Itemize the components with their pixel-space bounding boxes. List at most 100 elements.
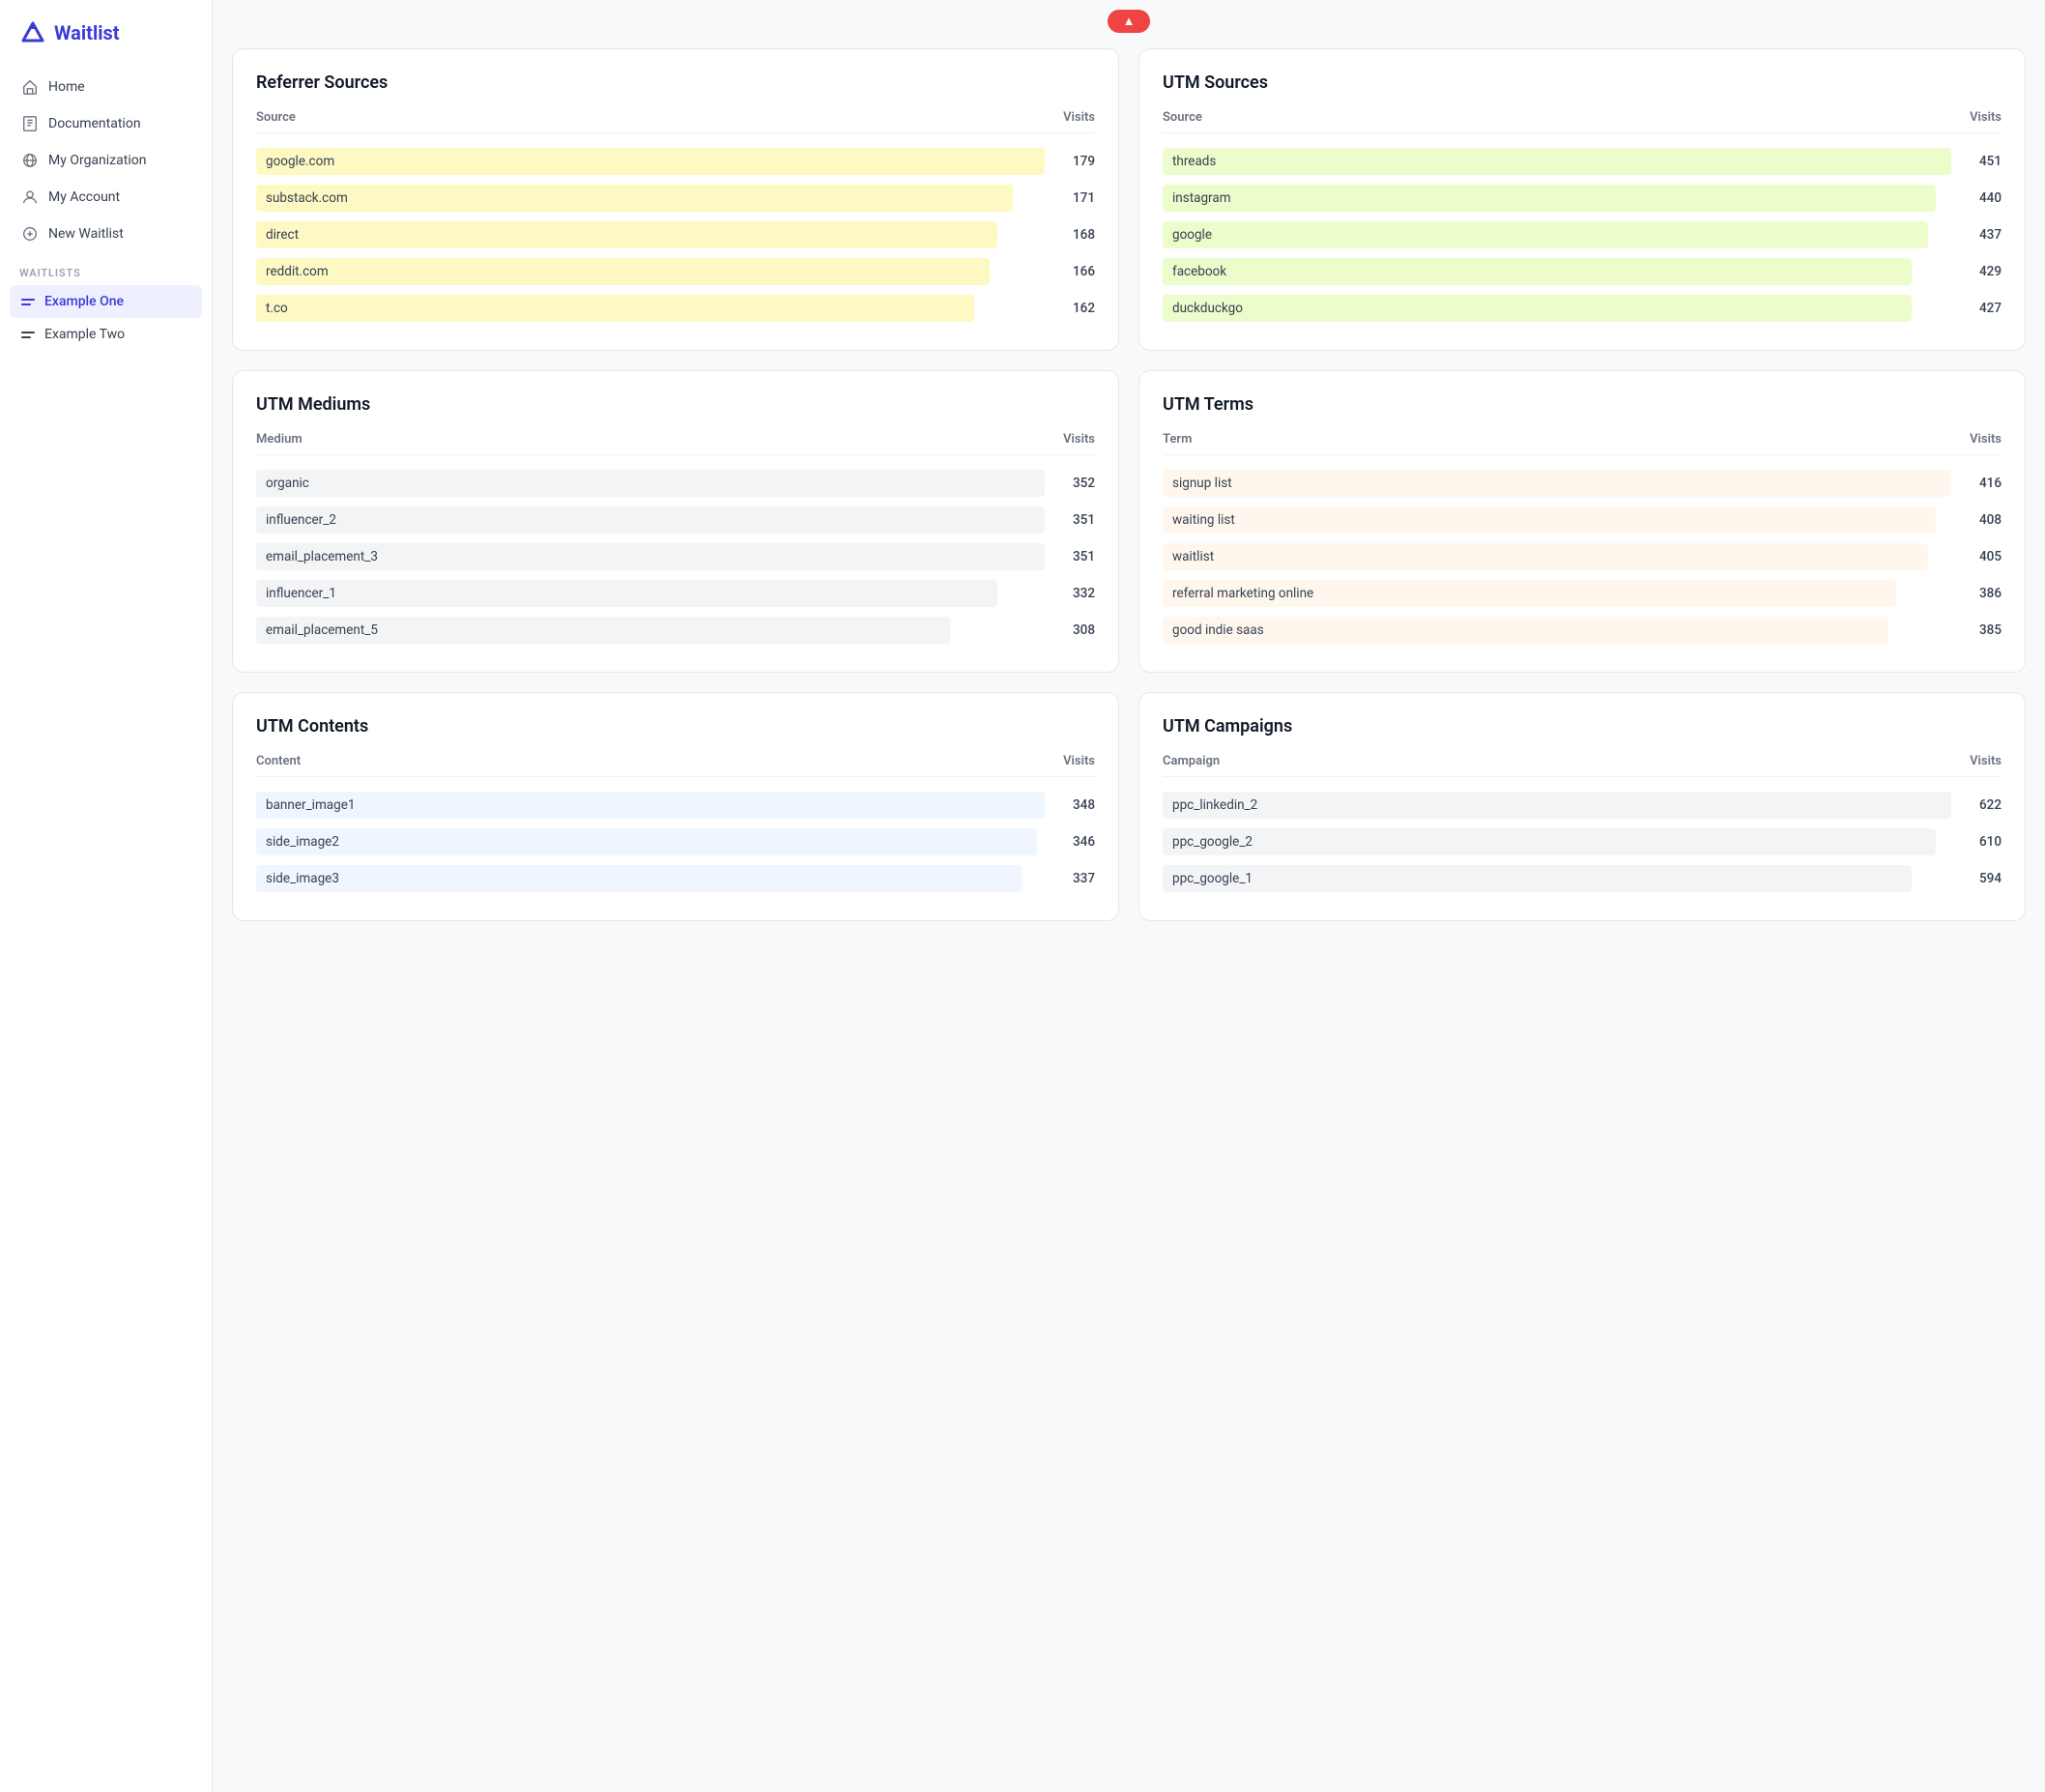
table-row: t.co 162 [256, 290, 1095, 327]
table-row: good indie saas 385 [1163, 612, 2002, 649]
bar: banner_image1 [256, 792, 1045, 819]
utm-medium-visits-col: Visits [1063, 432, 1095, 447]
bar: signup list [1163, 470, 1951, 497]
visits-value: 171 [1060, 190, 1095, 206]
utm-terms-header: Term Visits [1163, 432, 2002, 455]
bar-cell: reddit.com [256, 258, 1045, 285]
bar: t.co [256, 295, 974, 322]
visits-value: 348 [1060, 797, 1095, 813]
globe-icon [21, 152, 39, 169]
bar-cell: google [1163, 221, 1951, 248]
table-row: email_placement_3351 [256, 538, 1095, 575]
visits-value: 332 [1060, 586, 1095, 601]
visits-value: 408 [1967, 512, 2002, 528]
utm-mediums-header: Medium Visits [256, 432, 1095, 455]
utm-medium-col: Medium [256, 432, 302, 447]
visits-value: 427 [1967, 301, 2002, 316]
row-1: Referrer Sources Source Visits google.co… [232, 48, 2026, 351]
utm-terms-title: UTM Terms [1163, 394, 2002, 415]
bar: side_image3 [256, 865, 1022, 892]
nav-documentation[interactable]: Documentation [10, 106, 202, 141]
utm-campaign-col: Campaign [1163, 754, 1220, 768]
utm-terms-card: UTM Terms Term Visits signup list416wait… [1138, 370, 2026, 673]
row-2: UTM Mediums Medium Visits organic352infl… [232, 370, 2026, 673]
bar: instagram [1163, 185, 1936, 212]
bar: influencer_1 [256, 580, 997, 607]
bar-cell: instagram [1163, 185, 1951, 212]
bar: influencer_2 [256, 506, 1045, 534]
bar: google.com [256, 148, 1045, 175]
home-icon [21, 78, 39, 96]
visits-value: 166 [1060, 264, 1095, 279]
bar: facebook [1163, 258, 1912, 285]
bar-cell: threads [1163, 148, 1951, 175]
utm-campaigns-title: UTM Campaigns [1163, 716, 2002, 737]
nav-my-organization[interactable]: My Organization [10, 143, 202, 178]
visits-value: 437 [1967, 227, 2002, 243]
visits-value: 179 [1060, 154, 1095, 169]
nav-my-organization-label: My Organization [48, 153, 146, 168]
utm-source-col: Source [1163, 110, 1202, 125]
waitlist-example-two[interactable]: Example Two [10, 318, 202, 351]
visits-value: 594 [1967, 871, 2002, 886]
table-row: organic352 [256, 465, 1095, 502]
bar: email_placement_3 [256, 543, 1045, 570]
utm-content-rows: banner_image1 348 side_image2 346 side_image… [256, 787, 1095, 897]
bar: direct [256, 221, 997, 248]
bar-cell: side_image2 [256, 828, 1045, 855]
visits-value: 168 [1060, 227, 1095, 243]
bar: email_placement_5 [256, 617, 950, 644]
bar: substack.com [256, 185, 1013, 212]
table-row: google 437 [1163, 217, 2002, 253]
table-row: substack.com 171 [256, 180, 1095, 217]
top-pill: ▲ [1108, 10, 1151, 33]
visits-value: 162 [1060, 301, 1095, 316]
bar-cell: waitlist [1163, 543, 1951, 570]
waitlist-example-one-label: Example One [44, 294, 124, 309]
table-row: direct 168 [256, 217, 1095, 253]
visits-value: 429 [1967, 264, 2002, 279]
nav-my-account[interactable]: My Account [10, 180, 202, 215]
user-icon [21, 188, 39, 206]
bar-cell: waiting list [1163, 506, 1951, 534]
referrer-sources-card: Referrer Sources Source Visits google.co… [232, 48, 1119, 351]
utm-mediums-title: UTM Mediums [256, 394, 1095, 415]
visits-value: 337 [1060, 871, 1095, 886]
table-row: referral marketing online386 [1163, 575, 2002, 612]
utm-term-col: Term [1163, 432, 1192, 447]
table-row: banner_image1 348 [256, 787, 1095, 824]
bar-cell: facebook [1163, 258, 1951, 285]
waitlists-section-label: WAITLISTS [0, 251, 212, 285]
bar-cell: duckduckgo [1163, 295, 1951, 322]
table-row: email_placement_5308 [256, 612, 1095, 649]
table-row: threads451 [1163, 143, 2002, 180]
visits-value: 610 [1967, 834, 2002, 850]
nav-new-waitlist[interactable]: New Waitlist [10, 217, 202, 251]
visits-value: 405 [1967, 549, 2002, 564]
nav-new-waitlist-label: New Waitlist [48, 226, 124, 242]
visits-value: 385 [1967, 622, 2002, 638]
plus-circle-icon [21, 225, 39, 243]
utm-campaigns-header: Campaign Visits [1163, 754, 2002, 777]
table-row: influencer_2 351 [256, 502, 1095, 538]
bar: google [1163, 221, 1928, 248]
lines-icon-1 [21, 299, 35, 305]
utm-medium-rows: organic352 influencer_2 351 email_placement… [256, 465, 1095, 649]
bar-cell: google.com [256, 148, 1045, 175]
visits-value: 346 [1060, 834, 1095, 850]
utm-sources-title: UTM Sources [1163, 72, 2002, 93]
visits-value: 386 [1967, 586, 2002, 601]
bar: waiting list [1163, 506, 1936, 534]
bar-cell: direct [256, 221, 1045, 248]
referrer-sources-title: Referrer Sources [256, 72, 1095, 93]
utm-term-visits-col: Visits [1970, 432, 2002, 447]
nav-home[interactable]: Home [10, 70, 202, 104]
bar-cell: ppc_google_2 [1163, 828, 1951, 855]
utm-sources-header: Source Visits [1163, 110, 2002, 133]
logo-text: Waitlist [54, 21, 120, 44]
visits-value: 351 [1060, 512, 1095, 528]
bar-cell: signup list [1163, 470, 1951, 497]
waitlist-example-one[interactable]: Example One [10, 285, 202, 318]
bar-cell: ppc_linkedin_2 [1163, 792, 1951, 819]
bar: good indie saas [1163, 617, 1888, 644]
